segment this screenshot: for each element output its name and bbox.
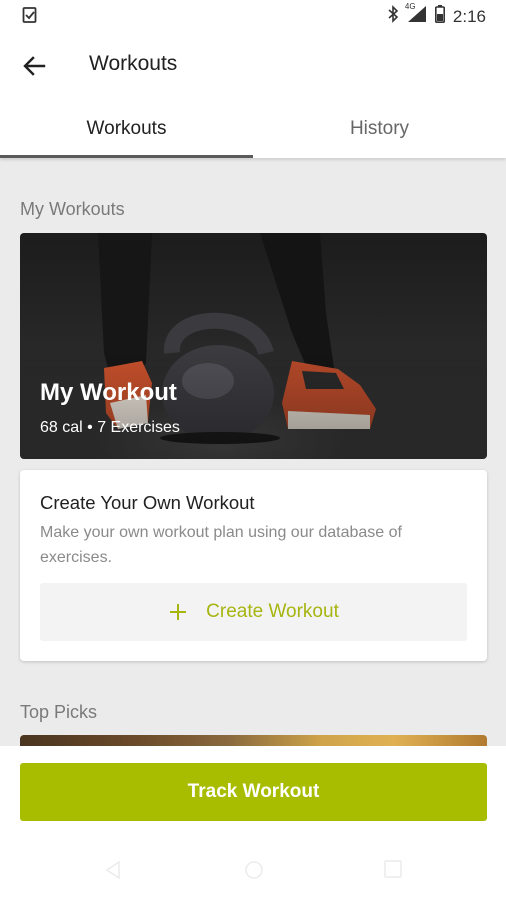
back-button[interactable] xyxy=(20,51,50,81)
top-picks-heading: Top Picks xyxy=(20,702,98,722)
bottom-action-area: Track Workout xyxy=(0,746,506,900)
tab-indicator xyxy=(0,155,253,158)
arrow-left-icon xyxy=(23,56,46,76)
nav-back-icon[interactable] xyxy=(104,860,122,885)
status-clock: 2:16 xyxy=(452,6,486,26)
tab-workouts[interactable]: Workouts xyxy=(0,98,253,158)
status-bar: 4G 2:16 xyxy=(0,0,506,32)
app-bar: Workouts xyxy=(0,32,506,98)
status-icons: 4G 2:16 xyxy=(387,2,486,28)
tab-history[interactable]: History xyxy=(253,98,506,158)
create-workout-label: Create Workout xyxy=(206,601,339,622)
signal-icon: 4G xyxy=(404,2,427,28)
battery-icon xyxy=(434,5,445,28)
bluetooth-icon xyxy=(387,5,399,28)
create-workout-card: Create Your Own Workout Make your own wo… xyxy=(20,470,487,661)
network-type-label: 4G xyxy=(404,2,416,11)
nav-recents-icon[interactable] xyxy=(384,860,402,883)
workout-card-meta: 68 cal • 7 Exercises xyxy=(40,419,180,436)
clipboard-check-icon xyxy=(22,6,38,29)
nav-home-icon[interactable] xyxy=(244,860,264,885)
page-title: Workouts xyxy=(89,52,178,75)
create-card-title: Create Your Own Workout xyxy=(40,492,255,513)
track-workout-button[interactable]: Track Workout xyxy=(20,763,487,821)
create-workout-button[interactable]: Create Workout xyxy=(40,583,467,641)
create-card-description: Make your own workout plan using our dat… xyxy=(40,524,402,566)
my-workouts-heading: My Workouts xyxy=(20,199,125,219)
my-workout-card[interactable]: My Workout 68 cal • 7 Exercises xyxy=(20,233,487,459)
system-nav-bar xyxy=(0,844,506,900)
tab-bar: Workouts History xyxy=(0,98,506,158)
plus-icon xyxy=(170,604,187,620)
workout-card-title: My Workout xyxy=(40,379,177,406)
